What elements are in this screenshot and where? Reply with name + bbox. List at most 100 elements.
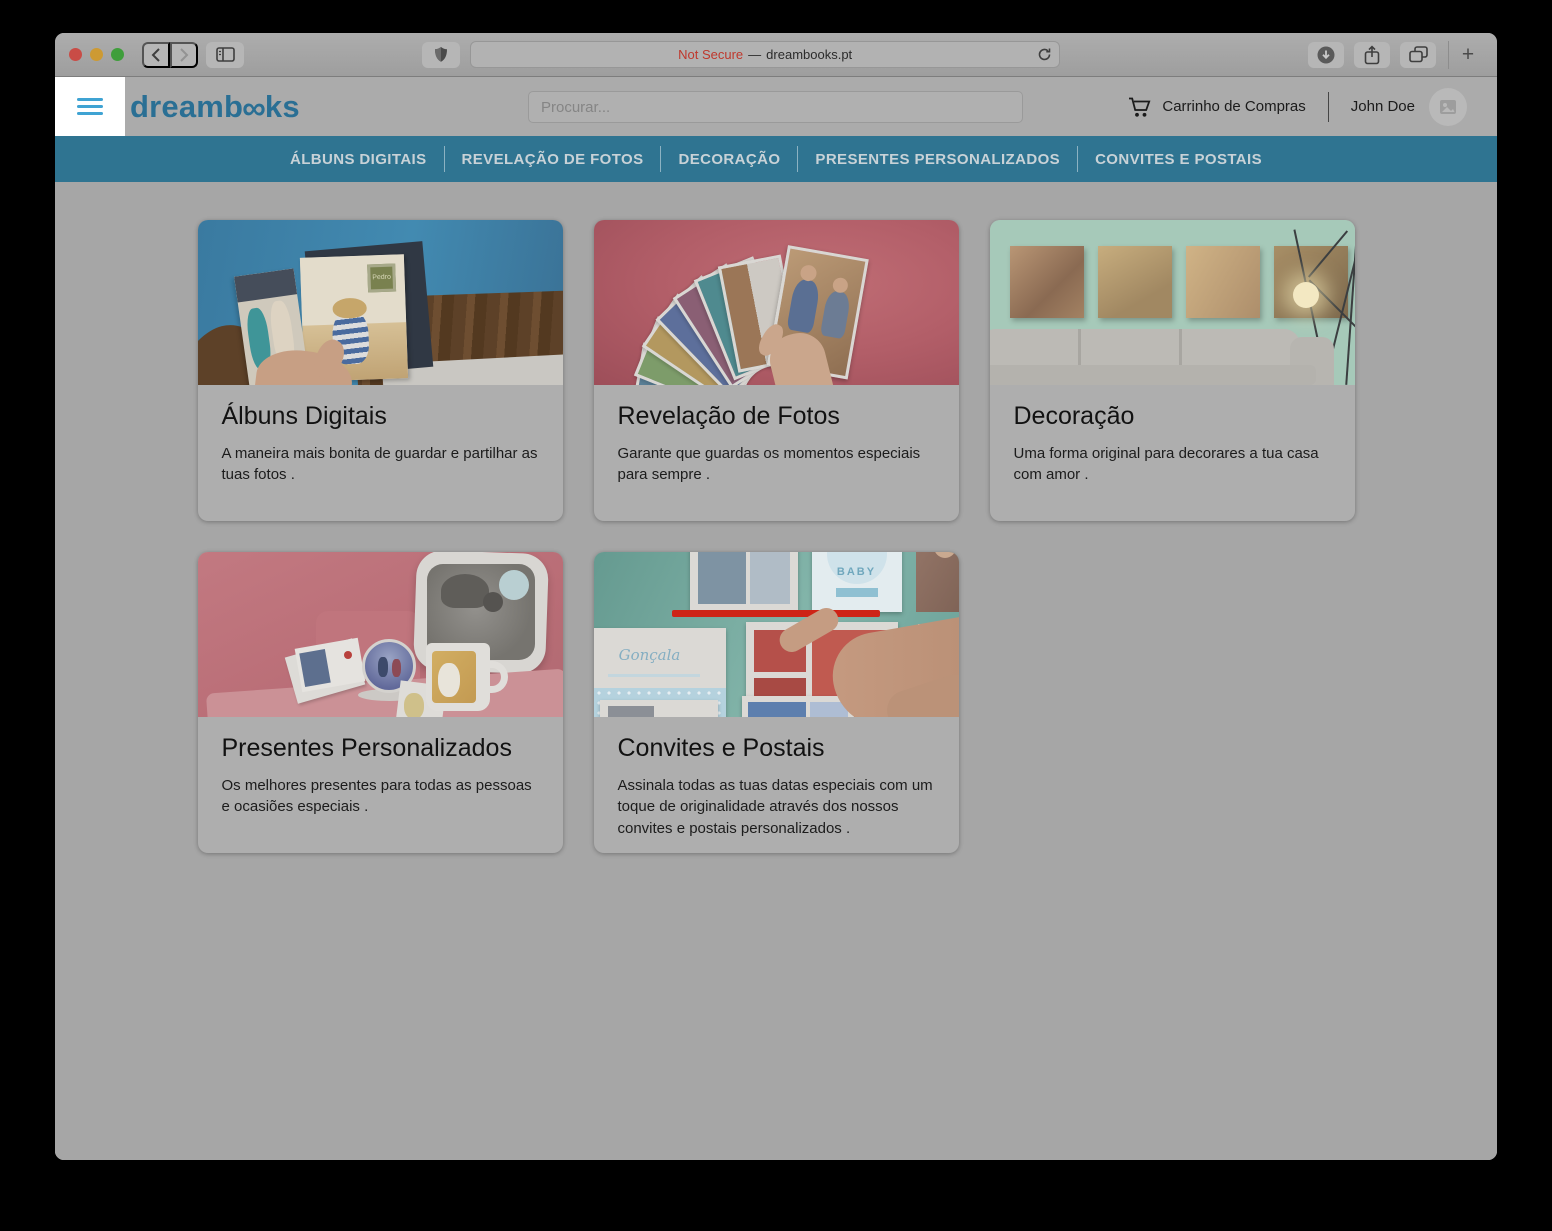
logo-text: ks [265, 91, 300, 122]
mug-figure [438, 663, 460, 697]
decoracao-image [990, 220, 1355, 385]
url-text: dreambooks.pt [766, 47, 852, 62]
nav-item-albuns-digitais[interactable]: ÁLBUNS DIGITAIS [273, 151, 444, 168]
card-text-line [608, 674, 700, 677]
card-photo [750, 552, 790, 604]
card-convites-e-postais[interactable]: BABY Gonçala [594, 552, 959, 853]
card-title: Revelação de Fotos [618, 402, 935, 431]
goncala-card-text: Gonçala [594, 646, 726, 664]
keychain-figure [404, 693, 424, 717]
couch-seat [990, 365, 1316, 385]
tab-overview-button[interactable] [1400, 42, 1436, 68]
cart-label: Carrinho de Compras [1162, 98, 1305, 115]
close-window-button[interactable] [69, 48, 82, 61]
card-description: Os melhores presentes para todas as pess… [222, 775, 539, 818]
book-name-label: Pedro [367, 264, 396, 293]
nav-item-decoracao[interactable]: DECORAÇÃO [661, 151, 797, 168]
tabs-icon [1409, 46, 1428, 63]
avatar[interactable] [1429, 88, 1467, 126]
wall-canvas-print [1186, 246, 1260, 318]
forward-button[interactable] [170, 42, 198, 68]
card-description: Uma forma original para decorares a tua … [1014, 443, 1331, 486]
card-body: Revelação de Fotos Garante que guardas o… [594, 385, 959, 486]
card-decoracao[interactable]: Decoração Uma forma original para decora… [990, 220, 1355, 521]
browser-window: Not Secure — dreambooks.pt [55, 33, 1497, 1160]
card-photo [608, 706, 654, 717]
chevron-left-icon [150, 48, 162, 62]
red-banner [672, 610, 880, 617]
baby-hat [332, 298, 367, 319]
downloads-button[interactable] [1308, 42, 1344, 68]
nav-item-presentes-personalizados[interactable]: PRESENTES PERSONALIZADOS [798, 151, 1077, 168]
site-header: dreamb∞ks Carrinho de Compras John Doe [55, 77, 1497, 136]
zoom-window-button[interactable] [111, 48, 124, 61]
picture-icon [1439, 99, 1457, 115]
main-nav: ÁLBUNS DIGITAIS REVELAÇÃO DE FOTOS DECOR… [55, 136, 1497, 182]
security-label: Not Secure [678, 47, 743, 62]
card-body: Presentes Personalizados Os melhores pre… [198, 717, 563, 818]
card-description: Assinala todas as tuas datas especiais c… [618, 775, 935, 839]
cart-button[interactable]: Carrinho de Compras [1128, 96, 1305, 118]
content-area: Pedro Álbuns Digitais [55, 182, 1497, 1160]
reload-button[interactable] [1037, 47, 1052, 62]
header-divider [1328, 92, 1329, 122]
sidebar-icon [216, 47, 235, 62]
reload-icon [1037, 47, 1052, 62]
santa-hat-dot [344, 651, 352, 659]
logo[interactable]: dreamb∞ks [130, 90, 300, 123]
menu-button[interactable] [55, 77, 125, 136]
download-icon [1316, 45, 1336, 65]
shopping-cart-icon [1128, 96, 1152, 118]
presentes-personalizados-image [198, 552, 563, 717]
chevron-right-icon [178, 48, 190, 62]
webpage: dreamb∞ks Carrinho de Compras John Doe [55, 77, 1497, 1160]
minimize-window-button[interactable] [90, 48, 103, 61]
card-presentes-personalizados[interactable]: Presentes Personalizados Os melhores pre… [198, 552, 563, 853]
category-grid: Pedro Álbuns Digitais [198, 220, 1355, 853]
header-right: Carrinho de Compras John Doe [1128, 77, 1467, 136]
shield-icon [434, 46, 448, 63]
infinity-icon: ∞ [242, 91, 266, 124]
toolbar-divider [1448, 41, 1449, 69]
search-input[interactable] [528, 91, 1023, 123]
child-figure [786, 278, 821, 334]
privacy-shield-button[interactable] [422, 42, 460, 68]
card-albuns-digitais[interactable]: Pedro Álbuns Digitais [198, 220, 563, 521]
new-tab-button[interactable]: + [1453, 42, 1483, 68]
hamburger-icon [77, 112, 103, 115]
logo-text: dreamb [130, 91, 243, 122]
card-button-strip [836, 588, 878, 597]
card-description: Garante que guardas os momentos especiai… [618, 443, 935, 486]
history-nav-group [142, 42, 196, 68]
sidebar-toggle-button[interactable] [206, 42, 244, 68]
hamburger-icon [77, 98, 103, 101]
screen: Not Secure — dreambooks.pt [0, 0, 1552, 1231]
share-button[interactable] [1354, 42, 1390, 68]
card-revelacao-de-fotos[interactable]: Revelação de Fotos Garante que guardas o… [594, 220, 959, 521]
card-title: Convites e Postais [618, 734, 935, 763]
address-bar[interactable]: Not Secure — dreambooks.pt [470, 41, 1060, 68]
wall-canvas-print [1010, 246, 1084, 318]
globe-figure [378, 657, 388, 677]
globe-figure [392, 659, 401, 677]
browser-toolbar: Not Secure — dreambooks.pt [55, 33, 1497, 77]
card-body: Álbuns Digitais A maneira mais bonita de… [198, 385, 563, 486]
card-title: Decoração [1014, 402, 1331, 431]
nav-item-revelacao-de-fotos[interactable]: REVELAÇÃO DE FOTOS [445, 151, 661, 168]
revelacao-de-fotos-image [594, 220, 959, 385]
traffic-lights [69, 48, 124, 61]
share-icon [1364, 45, 1380, 65]
card-description: A maneira mais bonita de guardar e parti… [222, 443, 539, 486]
hat-pompom [483, 592, 503, 612]
baby-hat [441, 574, 489, 608]
couch-back [990, 329, 1300, 369]
back-button[interactable] [142, 42, 170, 68]
pillow-badge [499, 570, 529, 600]
card-body: Convites e Postais Assinala todas as tua… [594, 717, 959, 839]
card-title: Álbuns Digitais [222, 402, 539, 431]
user-name[interactable]: John Doe [1351, 98, 1415, 115]
lamp-bulb [1293, 282, 1319, 308]
baby-card-text: BABY [812, 566, 902, 578]
child-figure [819, 290, 851, 339]
nav-item-convites-e-postais[interactable]: CONVITES E POSTAIS [1078, 151, 1279, 168]
